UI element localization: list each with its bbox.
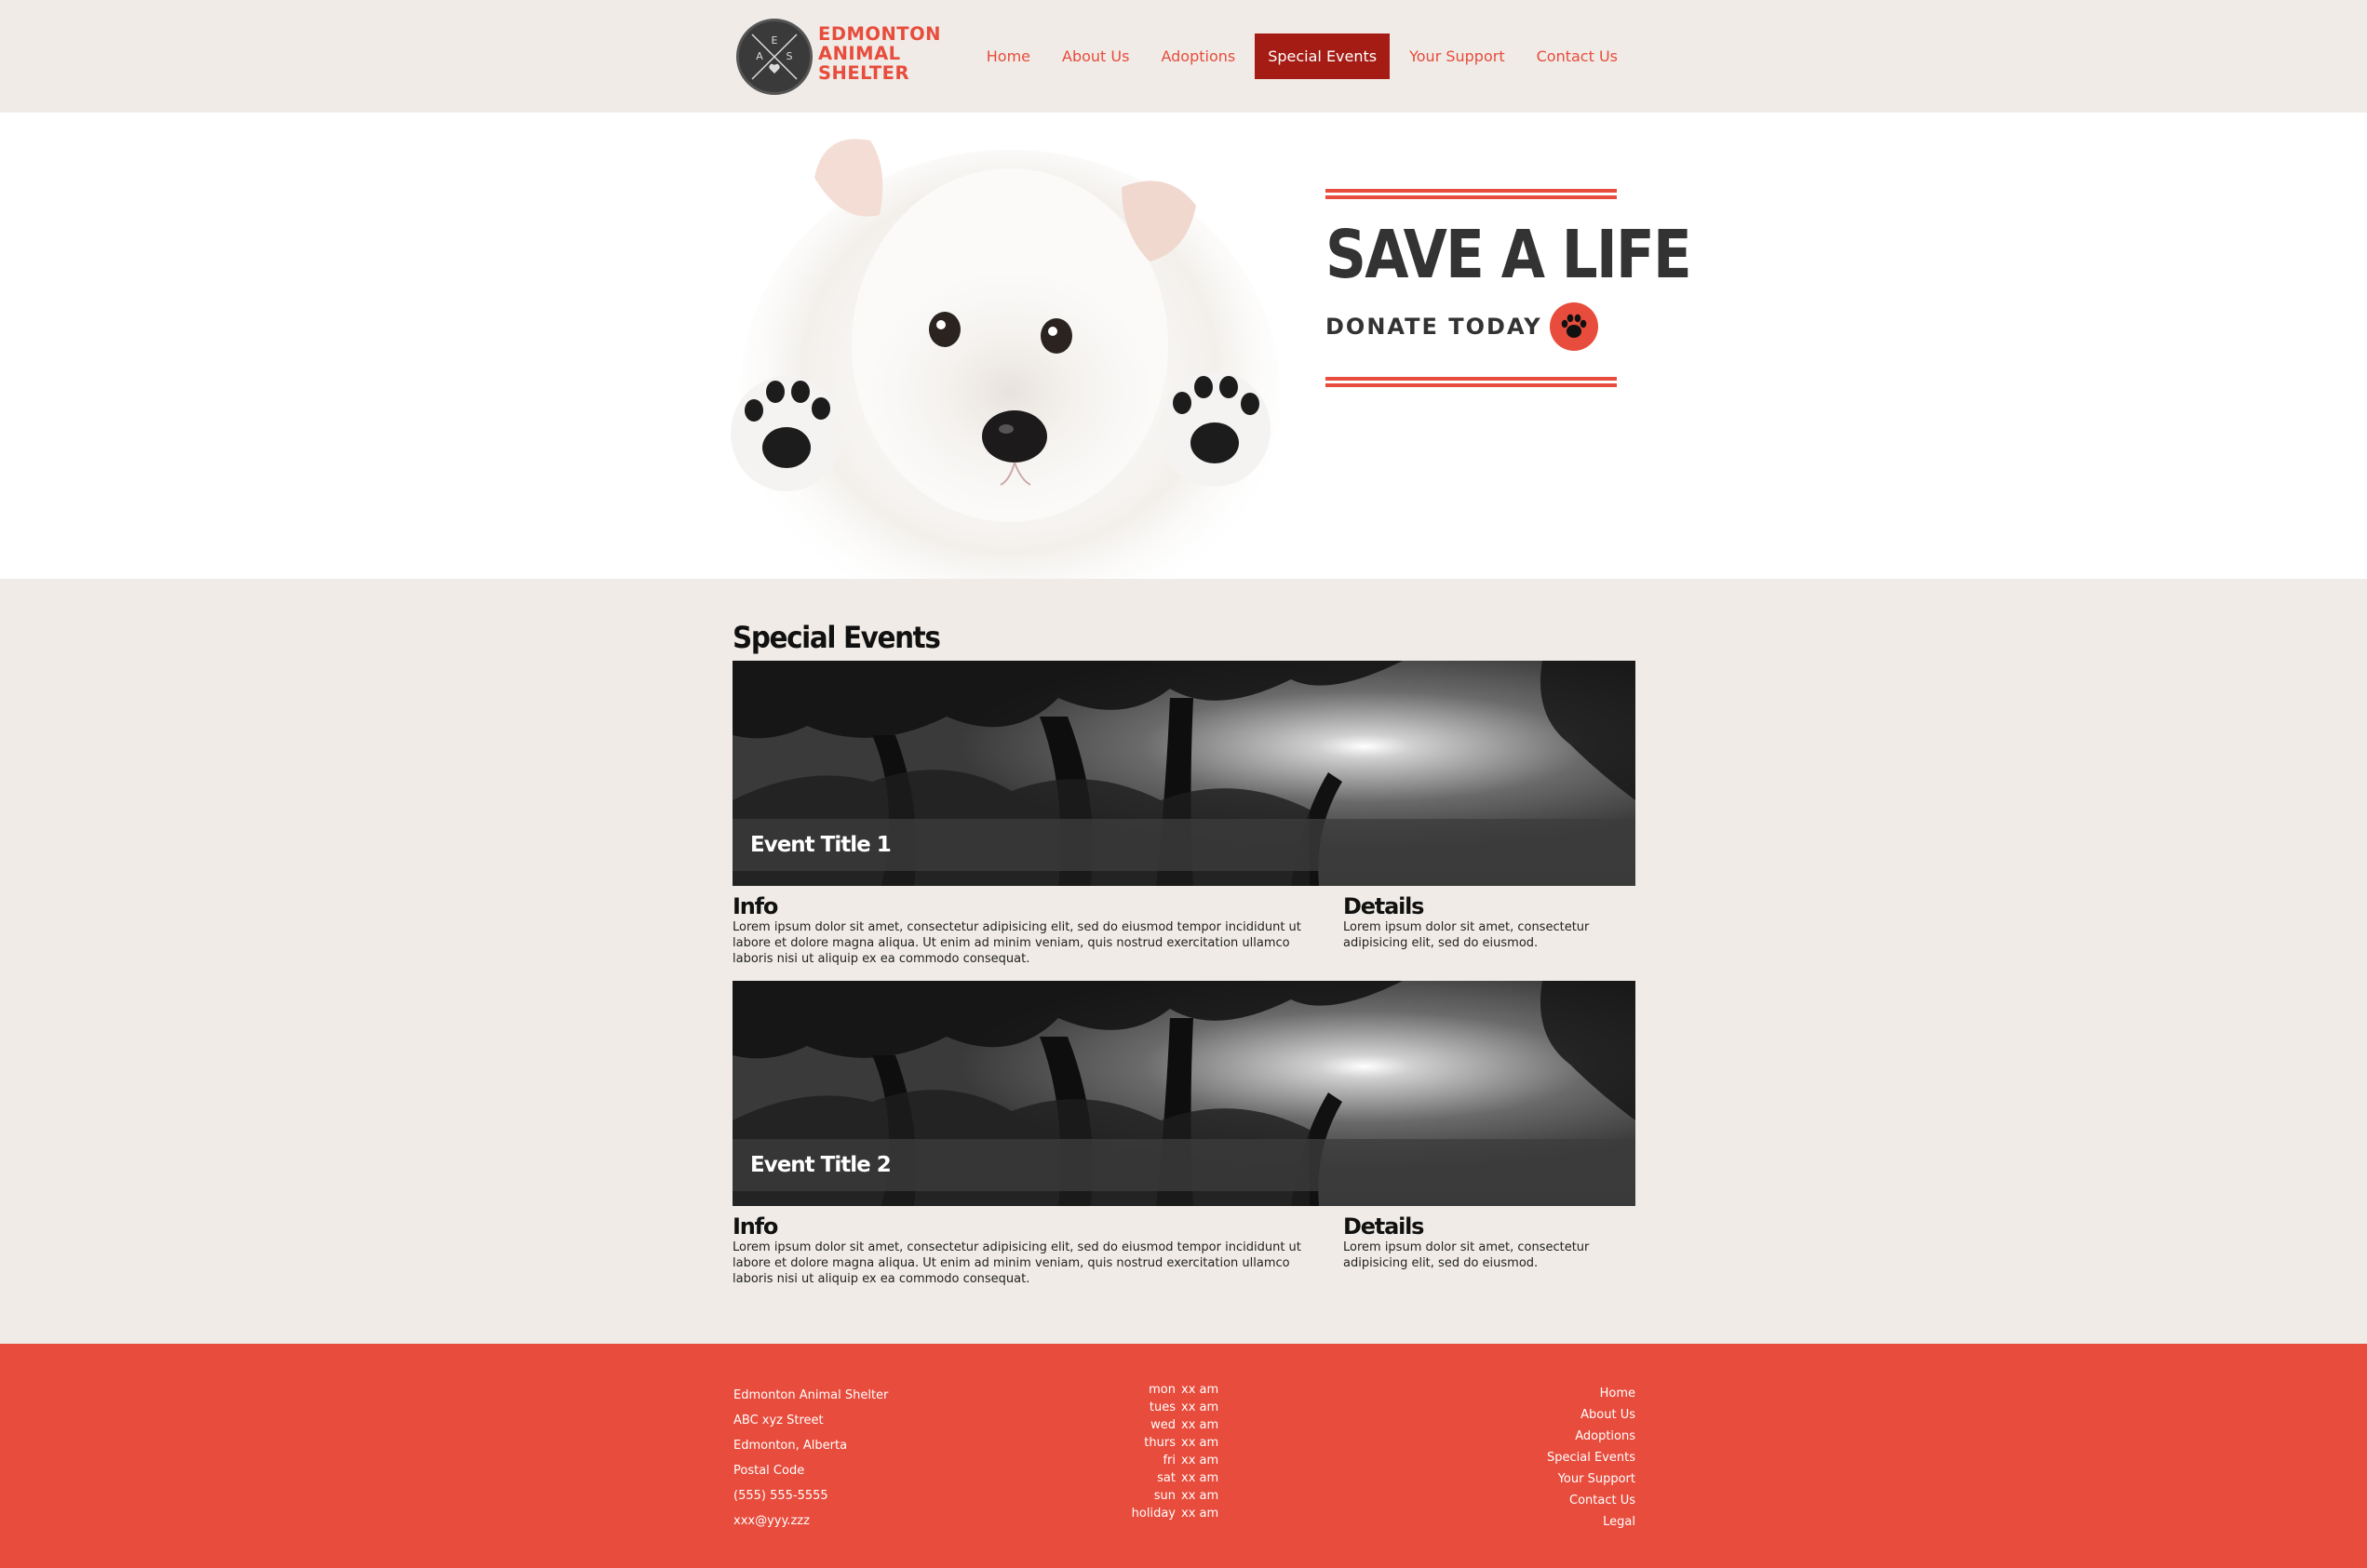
footer-email[interactable]: xxx@yyy.zzz xyxy=(733,1508,888,1534)
nav-adoptions[interactable]: Adoptions xyxy=(1149,34,1247,79)
event-body: Info Lorem ipsum dolor sit amet, consect… xyxy=(733,893,1635,967)
hours-time: xx am xyxy=(1181,1507,1219,1521)
logo-letter-s: S xyxy=(787,50,793,62)
logo-line-3: SHELTER xyxy=(818,62,910,84)
hours-day: thurs xyxy=(1144,1436,1176,1450)
event-title[interactable]: Event Title 1 xyxy=(750,819,892,871)
logo-emblem-icon: E A S xyxy=(736,19,813,95)
top-divider xyxy=(1325,189,1617,199)
logo-line-2: ANIMAL xyxy=(818,43,901,64)
footer-link-special-events[interactable]: Special Events xyxy=(1547,1447,1635,1468)
logo-letter-a: A xyxy=(756,50,763,62)
footer-link-legal[interactable]: Legal xyxy=(1547,1511,1635,1533)
event-card: Event Title 1 Info Lorem ipsum dolor sit… xyxy=(733,661,1635,967)
footer-link-home[interactable]: Home xyxy=(1547,1383,1635,1404)
event-info: Info Lorem ipsum dolor sit amet, consect… xyxy=(733,1213,1343,1287)
bottom-divider xyxy=(1325,377,1617,387)
special-events-section: Special Events Event Title 1 Info Lorem … xyxy=(733,614,1635,1301)
details-text: Lorem ipsum dolor sit amet, consectetur … xyxy=(1343,920,1590,950)
hours-time: xx am xyxy=(1181,1436,1219,1450)
footer-city: Edmonton, Alberta xyxy=(733,1439,848,1453)
footer-street: ABC xyz Street xyxy=(733,1414,824,1427)
donate-cta[interactable]: DONATE TODAY xyxy=(1325,302,1617,351)
nav-about-us[interactable]: About Us xyxy=(1050,34,1141,79)
hours-day: wed xyxy=(1150,1418,1176,1432)
hours-row: fri xx am xyxy=(1131,1452,1218,1469)
details-heading: Details xyxy=(1343,893,1424,919)
hours-time: xx am xyxy=(1181,1418,1219,1432)
footer-link-about-us[interactable]: About Us xyxy=(1547,1404,1635,1426)
hours-time: xx am xyxy=(1181,1383,1219,1397)
event-body: Info Lorem ipsum dolor sit amet, consect… xyxy=(733,1213,1635,1287)
site-footer: Edmonton Animal Shelter ABC xyz Street E… xyxy=(0,1344,2367,1568)
footer-address: Edmonton Animal Shelter ABC xyz Street E… xyxy=(733,1383,888,1534)
hours-time: xx am xyxy=(1181,1471,1219,1485)
nav-contact-us[interactable]: Contact Us xyxy=(1525,34,1630,79)
hours-day: fri xyxy=(1163,1454,1176,1467)
event-details: Details Lorem ipsum dolor sit amet, cons… xyxy=(1343,893,1635,967)
logo-letter-e: E xyxy=(772,34,778,47)
footer-link-contact-us[interactable]: Contact Us xyxy=(1547,1490,1635,1511)
hours-row: mon xx am xyxy=(1131,1381,1218,1399)
puppy-image xyxy=(731,139,1280,579)
paw-icon[interactable] xyxy=(1549,302,1598,351)
hours-row: sat xx am xyxy=(1131,1469,1218,1487)
event-image[interactable]: Event Title 2 xyxy=(733,981,1635,1206)
hours-row: sun xx am xyxy=(1131,1487,1218,1505)
hours-row: tues xx am xyxy=(1131,1399,1218,1416)
hours-day: sun xyxy=(1153,1489,1176,1503)
hours-time: xx am xyxy=(1181,1400,1219,1414)
nav-special-events[interactable]: Special Events xyxy=(1255,34,1391,79)
hours-day: holiday xyxy=(1131,1507,1176,1521)
hours-day: mon xyxy=(1149,1383,1176,1397)
footer-hours: mon xx am tues xx am wed xx am thurs xx am f… xyxy=(1131,1381,1218,1522)
event-info: Info Lorem ipsum dolor sit amet, consect… xyxy=(733,893,1343,967)
footer-link-adoptions[interactable]: Adoptions xyxy=(1547,1426,1635,1447)
info-heading: Info xyxy=(733,893,778,919)
footer-postal: Postal Code xyxy=(733,1464,805,1478)
details-text: Lorem ipsum dolor sit amet, consectetur … xyxy=(1343,1240,1590,1270)
hours-time: xx am xyxy=(1181,1454,1219,1467)
nav-your-support[interactable]: Your Support xyxy=(1397,34,1517,79)
hero-headline: SAVE A LIFE xyxy=(1325,216,1692,293)
details-heading: Details xyxy=(1343,1213,1424,1240)
hours-day: sat xyxy=(1157,1471,1176,1485)
section-title: Special Events xyxy=(733,620,941,655)
hero-banner: SAVE A LIFE DONATE TODAY xyxy=(0,113,2367,579)
footer-org-name: Edmonton Animal Shelter xyxy=(733,1388,889,1402)
hours-row: wed xx am xyxy=(1131,1416,1218,1434)
info-heading: Info xyxy=(733,1213,778,1240)
donate-panel: SAVE A LIFE DONATE TODAY xyxy=(1325,189,1692,387)
donate-label[interactable]: DONATE TODAY xyxy=(1325,314,1542,340)
event-card: Event Title 2 Info Lorem ipsum dolor sit… xyxy=(733,981,1635,1287)
info-text: Lorem ipsum dolor sit amet, consectetur … xyxy=(733,920,1301,966)
footer-phone[interactable]: (555) 555-5555 xyxy=(733,1483,888,1508)
event-title[interactable]: Event Title 2 xyxy=(750,1139,892,1191)
footer-link-your-support[interactable]: Your Support xyxy=(1547,1468,1635,1490)
hours-row: holiday xx am xyxy=(1131,1505,1218,1522)
logo-wordmark: EDMONTON ANIMAL SHELTER xyxy=(818,24,941,83)
site-header: E A S EDMONTON ANIMAL SHELTER Home About… xyxy=(0,0,2367,113)
hours-time: xx am xyxy=(1181,1489,1219,1503)
event-details: Details Lorem ipsum dolor sit amet, cons… xyxy=(1343,1213,1635,1287)
nav-home[interactable]: Home xyxy=(975,34,1042,79)
info-text: Lorem ipsum dolor sit amet, consectetur … xyxy=(733,1240,1301,1286)
hours-row: thurs xx am xyxy=(1131,1434,1218,1452)
hours-day: tues xyxy=(1149,1400,1176,1414)
site-logo[interactable]: E A S EDMONTON ANIMAL SHELTER xyxy=(736,17,941,97)
footer-links: Home About Us Adoptions Special Events Y… xyxy=(1547,1383,1635,1533)
main-nav: Home About Us Adoptions Special Events Y… xyxy=(967,34,1630,79)
event-image[interactable]: Event Title 1 xyxy=(733,661,1635,886)
logo-line-1: EDMONTON xyxy=(818,23,942,45)
